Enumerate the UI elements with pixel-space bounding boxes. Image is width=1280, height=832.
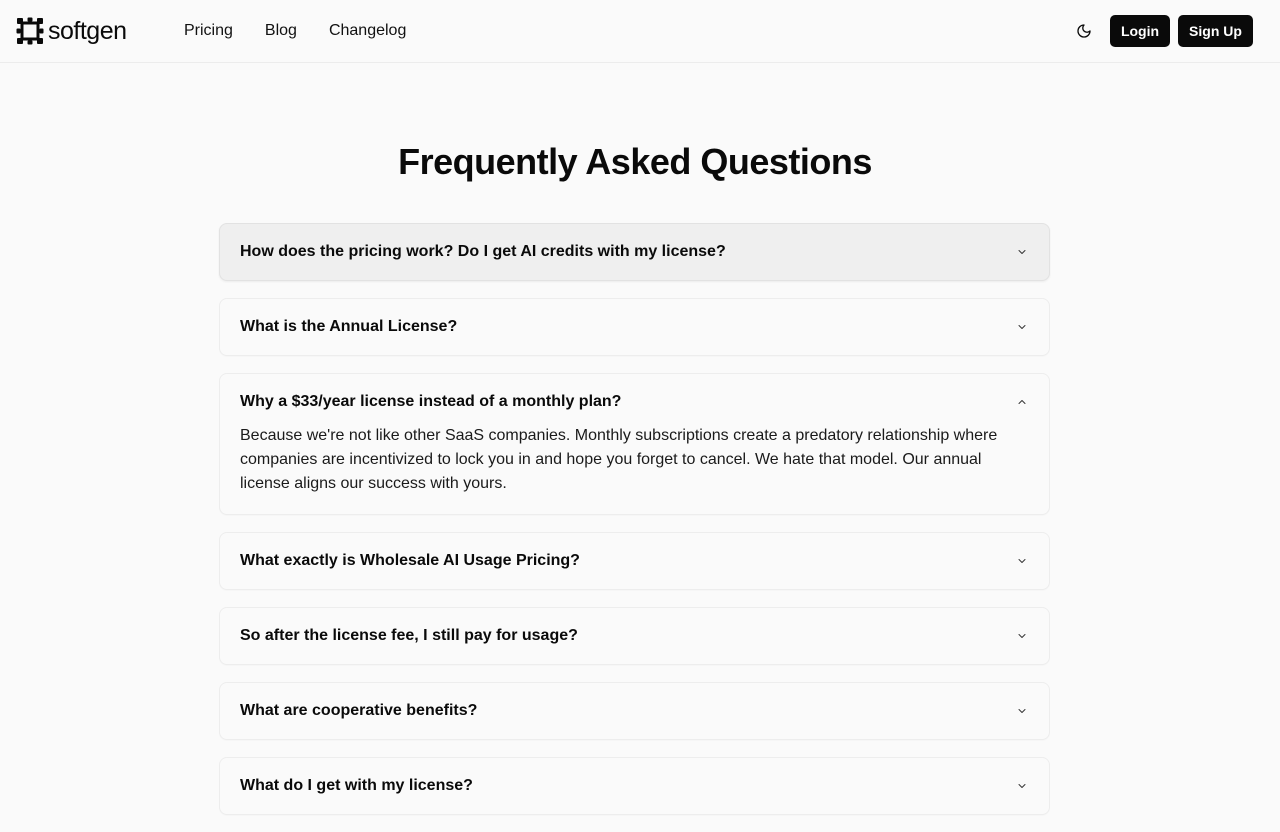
faq-question: What exactly is Wholesale AI Usage Prici… (240, 552, 580, 569)
logo-text: softgen (48, 17, 127, 45)
faq-question: So after the license fee, I still pay fo… (240, 627, 578, 644)
moon-icon (1077, 24, 1091, 38)
chevron-down-icon (1015, 704, 1029, 718)
faq-question: What are cooperative benefits? (240, 702, 478, 719)
faq-item[interactable]: So after the license fee, I still pay fo… (219, 607, 1050, 665)
faq-item[interactable]: What are cooperative benefits? (219, 682, 1050, 740)
faq-answer: Because we're not like other SaaS compan… (240, 427, 998, 492)
theme-toggle-button[interactable] (1072, 19, 1096, 43)
main-nav: Pricing Blog Changelog (184, 20, 438, 42)
faq-question-row[interactable]: How does the pricing work? Do I get AI c… (220, 224, 1049, 280)
faq-question: What is the Annual License? (240, 318, 458, 335)
faq-question-row[interactable]: So after the license fee, I still pay fo… (220, 608, 1049, 664)
site-header: softgen Pricing Blog Changelog Login Sig… (0, 0, 1280, 63)
sign-up-button[interactable]: Sign Up (1178, 15, 1253, 47)
faq-question: Why a $33/year license instead of a mont… (240, 393, 622, 410)
faq-question-row[interactable]: What are cooperative benefits? (220, 683, 1049, 739)
nav-link-pricing[interactable]: Pricing (184, 20, 233, 42)
chevron-down-icon (1015, 320, 1029, 334)
softgen-logo-icon (16, 17, 44, 45)
faq-item[interactable]: What is the Annual License? (219, 298, 1050, 356)
chevron-up-icon (1015, 395, 1029, 409)
login-button[interactable]: Login (1110, 15, 1170, 47)
faq-item-expanded[interactable]: Why a $33/year license instead of a mont… (219, 373, 1050, 515)
faq-question-row[interactable]: What exactly is Wholesale AI Usage Prici… (220, 533, 1049, 589)
nav-link-blog[interactable]: Blog (265, 20, 297, 42)
faq-item[interactable]: What do I get with my license? (219, 757, 1050, 815)
faq-item[interactable]: How does the pricing work? Do I get AI c… (219, 223, 1050, 281)
logo[interactable]: softgen (16, 16, 127, 46)
faq-question: What do I get with my license? (240, 777, 473, 794)
page-title: Frequently Asked Questions (398, 141, 872, 182)
faq-question-row[interactable]: Why a $33/year license instead of a mont… (220, 374, 1049, 430)
chevron-down-icon (1015, 554, 1029, 568)
faq-question: How does the pricing work? Do I get AI c… (240, 243, 726, 260)
faq-question-row[interactable]: What is the Annual License? (220, 299, 1049, 355)
faq-list: How does the pricing work? Do I get AI c… (219, 223, 1050, 832)
faq-item[interactable]: What exactly is Wholesale AI Usage Prici… (219, 532, 1050, 590)
chevron-down-icon (1015, 629, 1029, 643)
chevron-down-icon (1015, 245, 1029, 259)
chevron-down-icon (1015, 779, 1029, 793)
nav-link-changelog[interactable]: Changelog (329, 20, 406, 42)
faq-question-row[interactable]: What do I get with my license? (220, 758, 1049, 814)
